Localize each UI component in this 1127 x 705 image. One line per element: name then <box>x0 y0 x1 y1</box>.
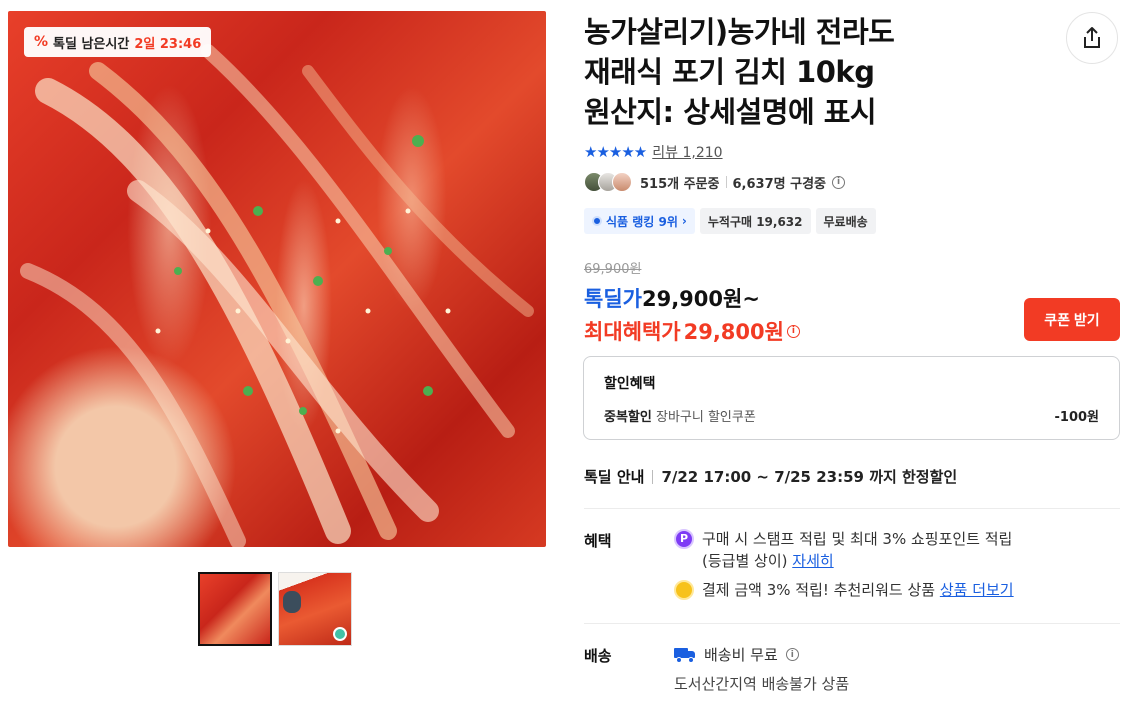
kimchi-illustration <box>20 44 534 547</box>
discount-benefit-box: 할인혜택 중복할인 장바구니 할인쿠폰 -100원 <box>583 356 1120 440</box>
share-button[interactable] <box>1066 12 1118 64</box>
product-title: 농가살리기)농가네 전라도 재래식 포기 김치 10kg 원산지: 상세설명에 … <box>584 12 1054 132</box>
rating-row: ★★★★★ 리뷰 1,210 <box>584 142 723 162</box>
thumbnail-2[interactable] <box>278 572 352 646</box>
deal-info-label: 톡딜 안내 <box>584 468 645 486</box>
title-line-1: 농가살리기)농가네 전라도 <box>584 15 895 49</box>
free-shipping-chip: 무료배송 <box>815 208 876 234</box>
deal-timer-badge: % 톡딜 남은시간 2일 23:46 <box>24 27 212 57</box>
coin-icon <box>674 580 694 600</box>
cumulative-purchase-chip: 누적구매 19,632 <box>699 208 811 234</box>
max-price-label: 최대혜택가 <box>584 320 681 344</box>
percent-icon: % <box>34 34 49 50</box>
divider <box>725 176 727 188</box>
share-icon <box>1084 27 1100 48</box>
review-count-link[interactable]: 리뷰 1,210 <box>652 142 722 162</box>
title-line-2: 재래식 포기 김치 10kg <box>584 55 875 89</box>
info-icon[interactable]: i <box>786 324 800 338</box>
benefit-reward-text: 결제 금액 3% 적립! 추천리워드 상품 <box>702 581 936 599</box>
chevron-right-icon: › <box>681 214 687 228</box>
benefits-label: 혜택 <box>584 532 612 550</box>
discount-source: 장바구니 할인쿠폰 <box>655 410 756 425</box>
shipping-fee-text: 배송비 무료 <box>704 646 778 664</box>
benefit-item-reward: 결제 금액 3% 적립! 추천리워드 상품 상품 더보기 <box>674 579 1014 601</box>
truck-icon <box>674 647 696 663</box>
max-benefit-price: 최대혜택가 29,800원 i <box>584 316 800 346</box>
deal-price: 톡딜가 29,900원~ <box>584 283 760 313</box>
orders-count: 515개 주문중 <box>640 176 720 192</box>
more-products-link[interactable]: 상품 더보기 <box>940 581 1014 599</box>
info-icon[interactable]: i <box>832 175 846 189</box>
section-divider <box>584 623 1120 624</box>
deal-info-row: 톡딜 안내 7/22 17:00 ~ 7/25 23:59 까지 한정할인 <box>584 466 957 487</box>
original-price: 69,900원 <box>584 262 642 277</box>
deal-price-value: 29,900원~ <box>641 287 760 311</box>
discount-type: 중복할인 <box>604 410 652 425</box>
section-divider <box>584 508 1120 509</box>
timer-label: 톡딜 남은시간 <box>53 36 130 52</box>
deal-price-label: 톡딜가 <box>584 287 642 311</box>
title-line-3: 원산지: 상세설명에 표시 <box>584 95 877 129</box>
benefit-points-text: 구매 시 스탬프 적립 및 최대 3% 쇼핑포인트 적립 <box>702 530 1013 548</box>
discount-row: 중복할인 장바구니 할인쿠폰 -100원 <box>604 406 1099 425</box>
shipping-label: 배송 <box>584 647 612 665</box>
buyer-avatars <box>584 172 632 192</box>
thumbnail-1[interactable] <box>198 572 272 646</box>
benefit-item-points: P 구매 시 스탬프 적립 및 최대 3% 쇼핑포인트 적립 (등급별 상이) … <box>674 528 1012 572</box>
product-main-image[interactable]: % 톡딜 남은시간 2일 23:46 <box>8 11 546 547</box>
discount-amount: -100원 <box>1054 410 1100 425</box>
shipping-note: 도서산간지역 배송불가 상품 <box>674 675 850 693</box>
viewers-count: 6,637명 구경중 <box>732 176 827 192</box>
ranking-dot-icon <box>592 216 602 226</box>
get-coupon-button[interactable]: 쿠폰 받기 <box>1024 298 1120 341</box>
ranking-text: 식품 랭킹 9위 <box>606 214 678 229</box>
point-badge-icon: P <box>674 529 694 549</box>
shipping-fee-row: 배송비 무료 i <box>674 644 799 665</box>
product-chips: 식품 랭킹 9위 › 누적구매 19,632 무료배송 <box>584 208 876 234</box>
benefit-points-note: (등급별 상이) <box>702 552 788 570</box>
discount-box-title: 할인혜택 <box>604 376 656 392</box>
deal-period: 7/22 17:00 ~ 7/25 23:59 까지 한정할인 <box>661 468 958 486</box>
thumbnail-badge-icon <box>333 627 347 641</box>
max-price-value: 29,800원 <box>683 320 784 344</box>
divider <box>652 469 654 484</box>
glove-graphic <box>283 591 301 613</box>
ranking-chip[interactable]: 식품 랭킹 9위 › <box>584 208 695 234</box>
activity-row: 515개 주문중 6,637명 구경중 i <box>584 172 846 192</box>
details-link[interactable]: 자세히 <box>792 552 833 570</box>
thumbnail-list <box>198 572 352 646</box>
star-rating-icon: ★★★★★ <box>584 143 647 161</box>
timer-value: 2일 23:46 <box>134 36 202 52</box>
info-icon[interactable]: i <box>785 648 799 661</box>
avatar <box>612 172 632 192</box>
